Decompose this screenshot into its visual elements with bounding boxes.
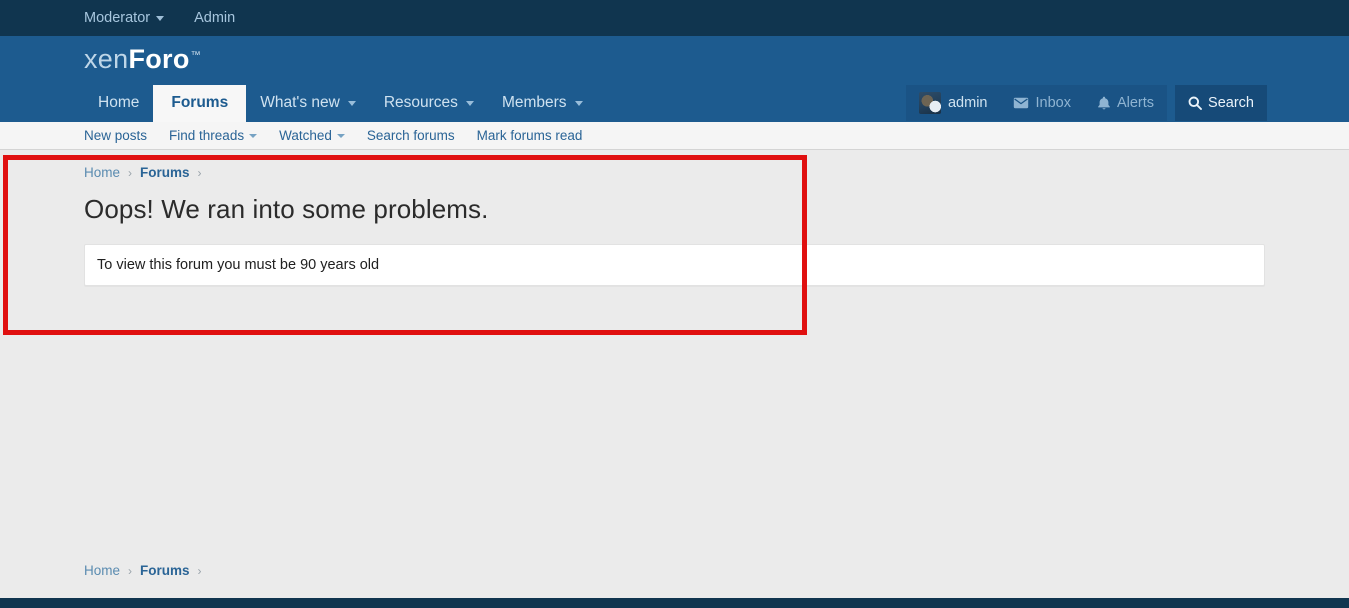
search-button[interactable]: Search — [1175, 85, 1267, 121]
breadcrumb-item-home[interactable]: Home — [84, 165, 120, 180]
footer-breadcrumb-item-home[interactable]: Home — [84, 563, 120, 578]
inbox-label: Inbox — [1035, 95, 1071, 111]
subnav-item-watched[interactable]: Watched — [279, 128, 345, 143]
user-bar: admin Inbox Alerts Search — [905, 85, 1267, 121]
subnav-item-label: Mark forums read — [476, 128, 583, 143]
topbar-item-label: Moderator — [84, 10, 151, 26]
breadcrumb-separator-icon: › — [128, 563, 133, 578]
logo-text-part1: xen — [84, 44, 129, 74]
topbar-item-label: Admin — [194, 10, 236, 26]
chevron-down-icon — [336, 133, 345, 138]
subnav-item-label: Search forums — [366, 128, 455, 143]
subnav-item-label: New posts — [84, 128, 148, 143]
topbar-item-moderator[interactable]: Moderator — [84, 10, 165, 26]
username-label: admin — [947, 95, 988, 111]
nav-tab-home[interactable]: Home — [84, 85, 153, 122]
subnav-item-find-threads[interactable]: Find threads — [169, 128, 258, 143]
subnav-item-label: Watched — [279, 128, 332, 143]
nav-tab-forums[interactable]: Forums — [153, 85, 247, 122]
nav-tab-label: Forums — [171, 94, 229, 111]
chevron-down-icon — [465, 100, 474, 106]
topbar-item-admin[interactable]: Admin — [194, 10, 235, 26]
bell-icon — [1097, 96, 1111, 111]
nav-tab-label: Home — [98, 94, 140, 111]
search-label: Search — [1208, 95, 1254, 111]
nav-tab-label: Members — [501, 94, 567, 111]
breadcrumb-separator-icon: › — [197, 165, 202, 180]
nav-tab-label: What's new — [260, 94, 340, 111]
subnav-item-label: Find threads — [169, 128, 245, 143]
page-title: Oops! We ran into some problems. — [84, 194, 489, 224]
breadcrumb-item-forums[interactable]: Forums — [140, 165, 190, 180]
logo-text-part2: Foro — [128, 44, 190, 74]
avatar — [918, 92, 941, 114]
error-message-text: To view this forum you must be 90 years … — [97, 257, 380, 274]
top-bar: Moderator Admin — [0, 0, 1349, 36]
chevron-down-icon — [347, 100, 356, 106]
subnav-item-mark-forums-read[interactable]: Mark forums read — [477, 128, 583, 143]
footer-breadcrumb-item-forums[interactable]: Forums — [140, 563, 190, 578]
inbox-button[interactable]: Inbox — [1000, 85, 1084, 121]
breadcrumb-separator-icon: › — [197, 563, 202, 578]
chevron-down-icon — [574, 100, 583, 106]
search-icon — [1188, 96, 1202, 110]
breadcrumb-separator-icon: › — [128, 165, 133, 180]
site-logo[interactable]: xenForo™ — [84, 46, 201, 73]
nav-tab-members[interactable]: Members — [488, 85, 597, 122]
nav-tab-resources[interactable]: Resources — [370, 85, 488, 122]
envelope-icon — [1013, 97, 1029, 109]
breadcrumb: Home › Forums › — [84, 150, 1265, 180]
alerts-label: Alerts — [1116, 95, 1155, 111]
main-content: Home › Forums › Oops! We ran into some p… — [0, 150, 1349, 287]
subnav-item-search-forums[interactable]: Search forums — [367, 128, 455, 143]
secondary-navigation: New posts Find threads Watched Search fo… — [0, 122, 1349, 150]
account-menu-button[interactable]: admin — [905, 85, 1001, 121]
site-header: xenForo™ Home Forums What's new Resource… — [0, 36, 1349, 122]
error-message-box: To view this forum you must be 90 years … — [84, 244, 1265, 287]
subnav-item-new-posts[interactable]: New posts — [84, 128, 147, 143]
trademark-icon: ™ — [190, 50, 201, 61]
main-navigation: Home Forums What's new Resources Members — [84, 85, 597, 122]
footer-strip — [0, 598, 1349, 608]
chevron-down-icon — [249, 133, 258, 138]
nav-tab-whats-new[interactable]: What's new — [246, 85, 370, 122]
alerts-button[interactable]: Alerts — [1083, 85, 1168, 121]
nav-tab-label: Resources — [383, 94, 458, 111]
footer-breadcrumb: Home › Forums › — [0, 563, 1349, 578]
chevron-down-icon — [156, 15, 165, 21]
